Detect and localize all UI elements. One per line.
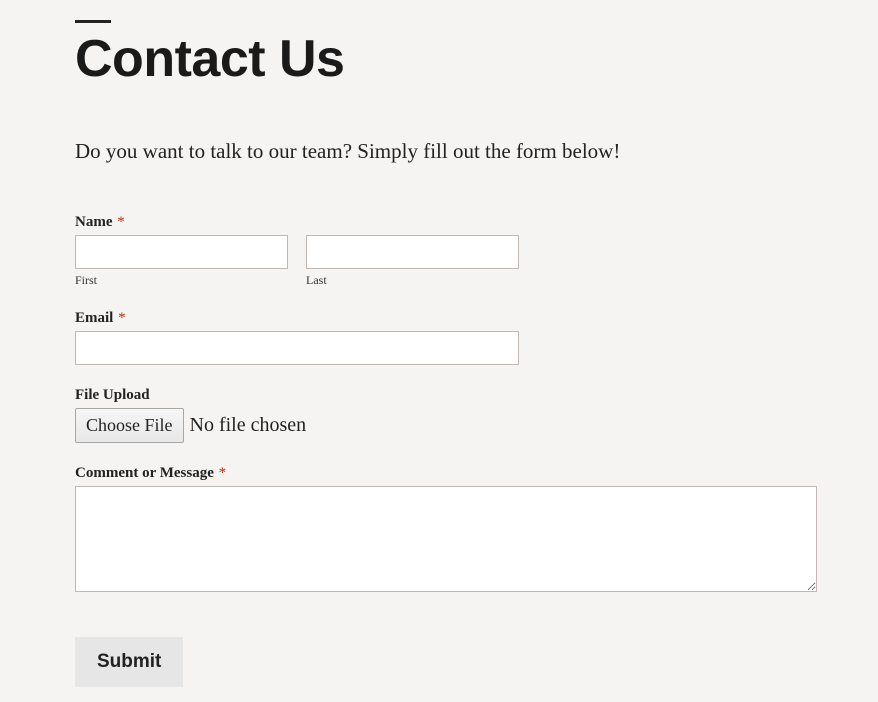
name-required-marker: * bbox=[117, 214, 125, 230]
first-name-col: First bbox=[75, 235, 288, 288]
file-upload-row: Choose File No file chosen bbox=[75, 408, 803, 443]
name-label: Name * bbox=[75, 214, 803, 231]
email-field: Email * bbox=[75, 310, 803, 365]
choose-file-button[interactable]: Choose File bbox=[75, 408, 184, 443]
file-upload-label: File Upload bbox=[75, 387, 803, 404]
email-input[interactable] bbox=[75, 331, 519, 365]
email-label: Email * bbox=[75, 310, 803, 327]
message-field: Comment or Message * bbox=[75, 465, 803, 597]
email-label-text: Email bbox=[75, 310, 113, 326]
name-field: Name * First Last bbox=[75, 214, 803, 288]
first-name-sublabel: First bbox=[75, 273, 288, 288]
last-name-col: Last bbox=[306, 235, 519, 288]
first-name-input[interactable] bbox=[75, 235, 288, 269]
file-upload-label-text: File Upload bbox=[75, 387, 150, 403]
last-name-input[interactable] bbox=[306, 235, 519, 269]
name-row: First Last bbox=[75, 235, 803, 288]
page-title: Contact Us bbox=[75, 29, 803, 89]
last-name-sublabel: Last bbox=[306, 273, 519, 288]
message-textarea[interactable] bbox=[75, 486, 817, 592]
message-label: Comment or Message * bbox=[75, 465, 803, 482]
submit-button[interactable]: Submit bbox=[75, 637, 183, 687]
name-label-text: Name bbox=[75, 214, 113, 230]
intro-text: Do you want to talk to our team? Simply … bbox=[75, 139, 803, 164]
message-label-text: Comment or Message bbox=[75, 465, 214, 481]
file-status-text: No file chosen bbox=[190, 414, 307, 437]
title-rule bbox=[75, 20, 111, 23]
file-upload-field: File Upload Choose File No file chosen bbox=[75, 387, 803, 443]
message-required-marker: * bbox=[219, 465, 227, 481]
email-required-marker: * bbox=[118, 310, 126, 326]
